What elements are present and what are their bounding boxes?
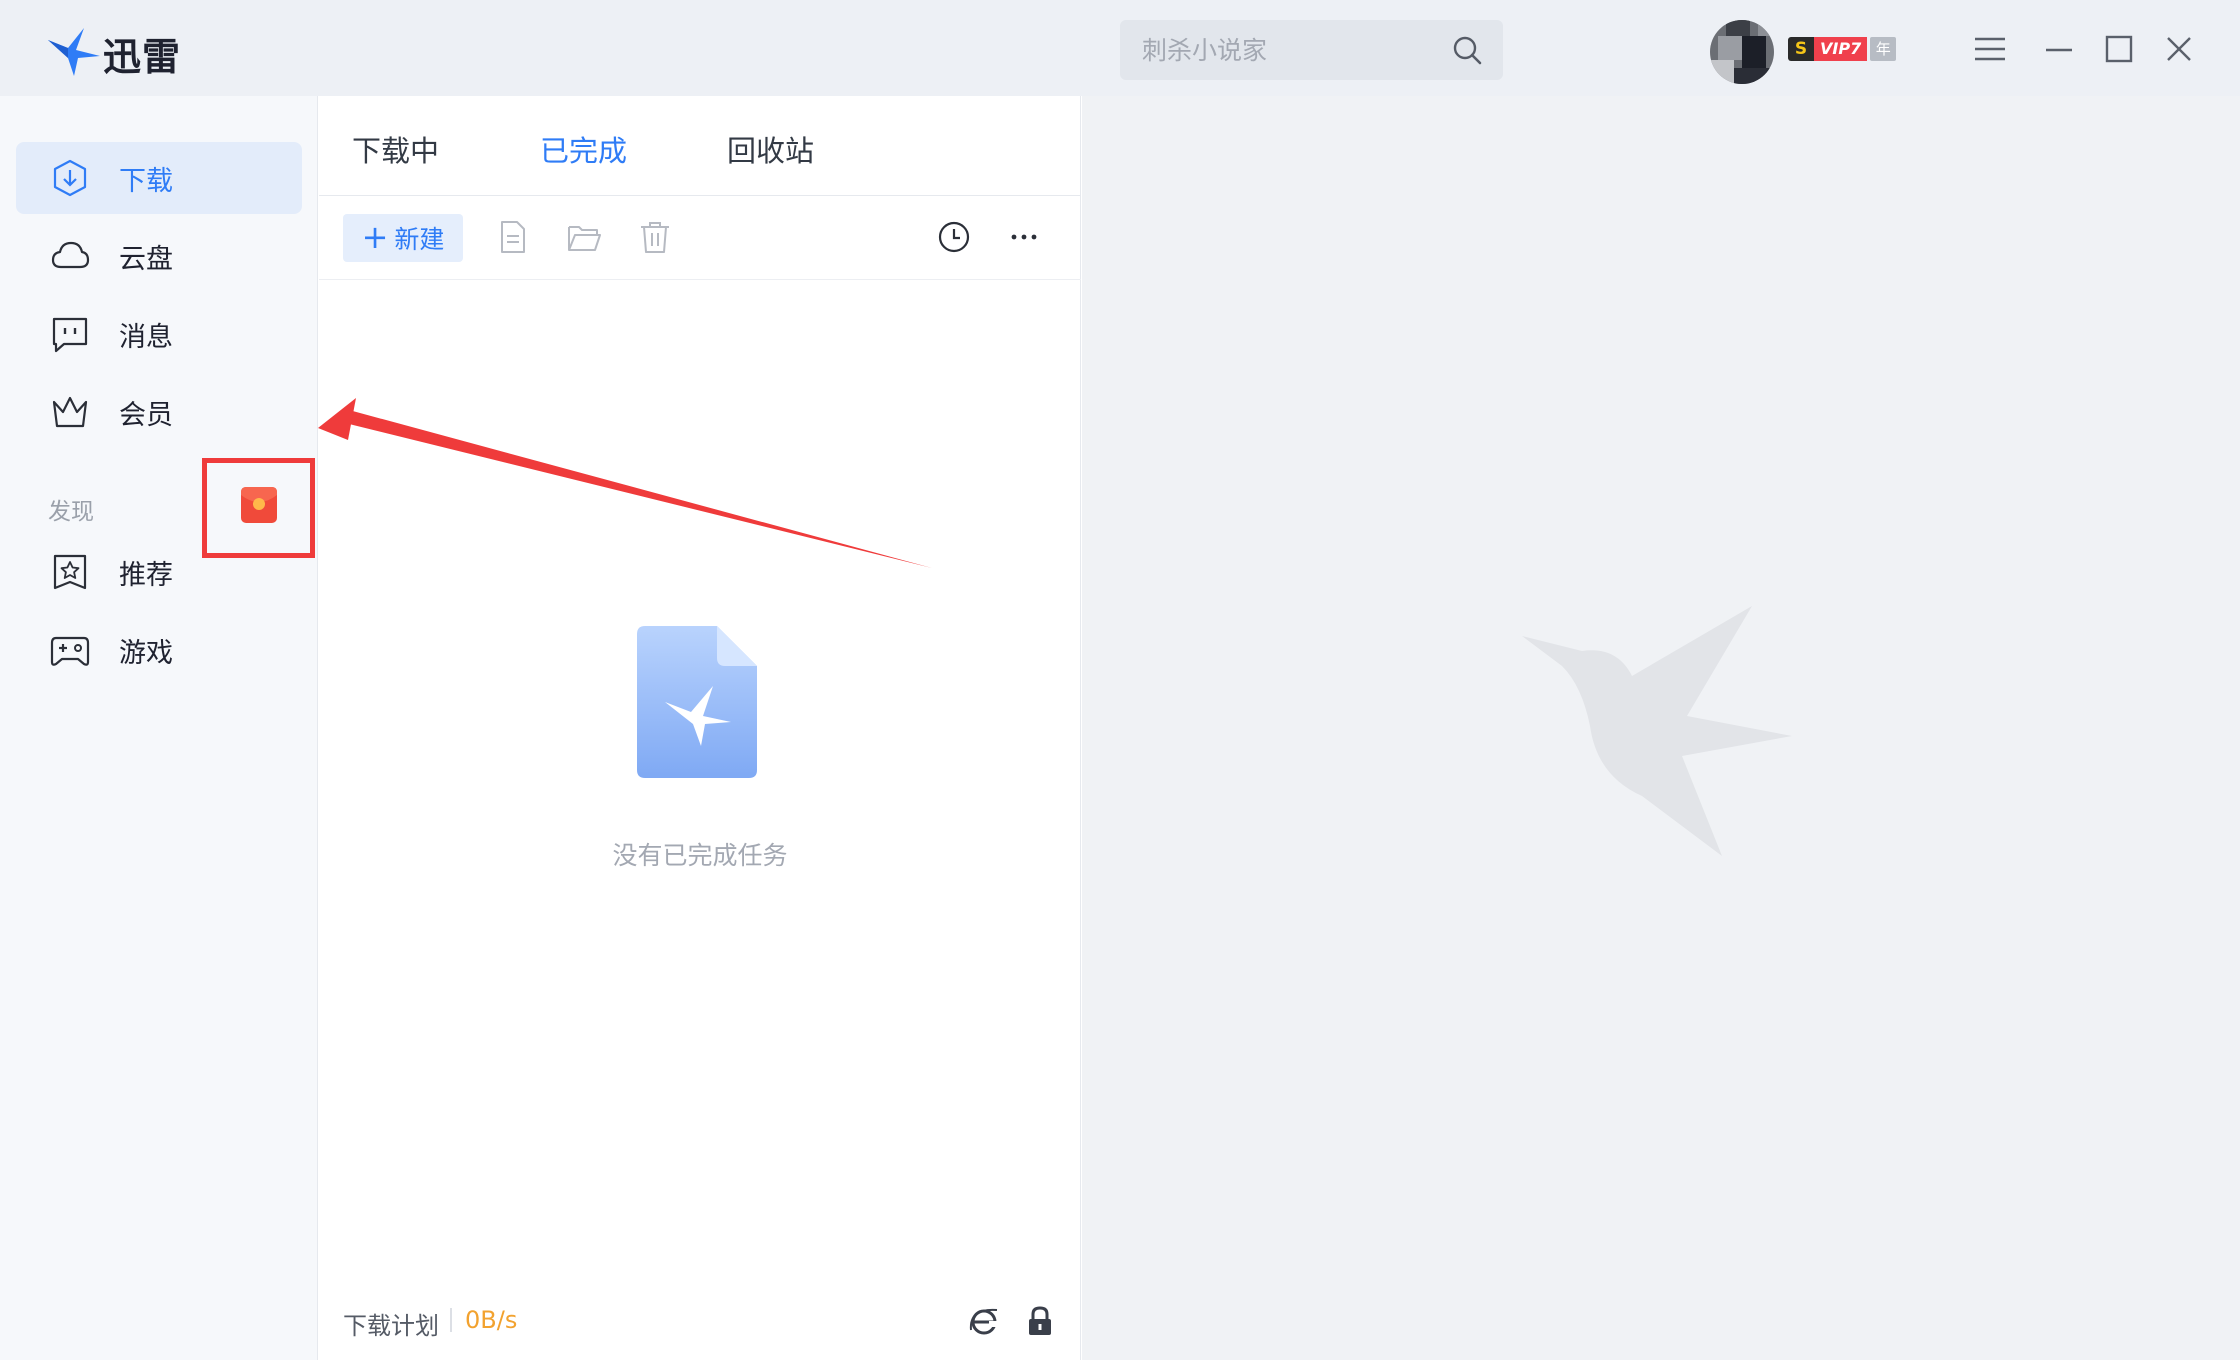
- sidebar-item-vip[interactable]: 会员: [16, 376, 302, 448]
- menu-icon[interactable]: [1967, 26, 2013, 72]
- browser-ie-icon[interactable]: [967, 1304, 1001, 1338]
- message-icon: [52, 317, 88, 353]
- sidebar-item-label: 下载: [119, 165, 173, 197]
- task-toolbar: + 新建: [319, 196, 1081, 280]
- footer-divider: [450, 1308, 452, 1332]
- red-packet-icon[interactable]: [239, 485, 279, 525]
- clock-icon[interactable]: [935, 218, 973, 256]
- sidebar: 下载 云盘 消息 会员 发现 推荐 游戏: [0, 96, 318, 1360]
- download-speed: 0B/s: [465, 1306, 518, 1334]
- sidebar-item-download[interactable]: 下载: [16, 142, 302, 214]
- folder-open-icon[interactable]: [565, 218, 603, 256]
- task-list-pane: 下载中 已完成 回收站 + 新建 没有已完成任务 下载计划 0B/s: [319, 96, 1081, 1360]
- sidebar-item-recommend[interactable]: 推荐: [16, 536, 302, 608]
- discover-section-label: 发现: [48, 499, 94, 525]
- search-input[interactable]: [1142, 30, 1442, 70]
- sidebar-item-message[interactable]: 消息: [16, 298, 302, 370]
- file-icon[interactable]: [493, 218, 531, 256]
- list-footer: 下载计划 0B/s: [319, 1296, 1081, 1360]
- close-icon[interactable]: [2156, 26, 2202, 72]
- sidebar-item-label: 云盘: [119, 243, 173, 275]
- gamepad-icon: [50, 636, 90, 666]
- lock-icon[interactable]: [1023, 1304, 1057, 1338]
- detail-preview-pane: [1082, 96, 2240, 1360]
- vip-period-label: 年: [1870, 37, 1897, 61]
- vip-badge[interactable]: S VIP7 年: [1788, 37, 1897, 61]
- tab-recycle-bin[interactable]: 回收站: [727, 128, 814, 170]
- cloud-icon: [51, 241, 90, 269]
- xunlei-logo-icon: [48, 28, 100, 76]
- avatar[interactable]: [1710, 20, 1774, 84]
- maximize-icon[interactable]: [2096, 26, 2142, 72]
- empty-file-illustration: [637, 626, 757, 778]
- vip-s-mark: S: [1788, 37, 1814, 61]
- more-icon[interactable]: [1005, 218, 1043, 256]
- star-bookmark-icon: [53, 554, 87, 590]
- tab-completed[interactable]: 已完成: [540, 128, 627, 170]
- trash-icon[interactable]: [636, 218, 674, 256]
- new-task-label: 新建: [394, 225, 445, 254]
- sidebar-item-cloud[interactable]: 云盘: [16, 220, 302, 292]
- new-task-button[interactable]: + 新建: [343, 214, 463, 262]
- download-icon: [53, 159, 87, 197]
- empty-state-text: 没有已完成任务: [612, 841, 788, 870]
- vip-level-label: VIP7: [1814, 37, 1868, 61]
- download-plan-link[interactable]: 下载计划: [343, 1306, 439, 1341]
- sidebar-item-label: 会员: [119, 399, 173, 431]
- crown-icon: [52, 396, 88, 428]
- app-name: 迅雷: [103, 35, 182, 79]
- task-tabs: 下载中 已完成 回收站: [319, 96, 1081, 196]
- sidebar-item-label: 游戏: [119, 637, 173, 669]
- tab-downloading[interactable]: 下载中: [352, 128, 439, 170]
- sidebar-item-label: 推荐: [119, 559, 173, 591]
- minimize-icon[interactable]: [2036, 26, 2082, 72]
- plus-icon: +: [361, 217, 389, 256]
- sidebar-item-label: 消息: [119, 321, 173, 353]
- search-icon[interactable]: [1451, 34, 1483, 66]
- search-box[interactable]: [1120, 20, 1503, 80]
- sidebar-item-games[interactable]: 游戏: [16, 614, 302, 686]
- title-bar: 迅雷 S VIP7 年: [0, 0, 2240, 96]
- xunlei-bird-watermark-icon: [1522, 606, 1792, 856]
